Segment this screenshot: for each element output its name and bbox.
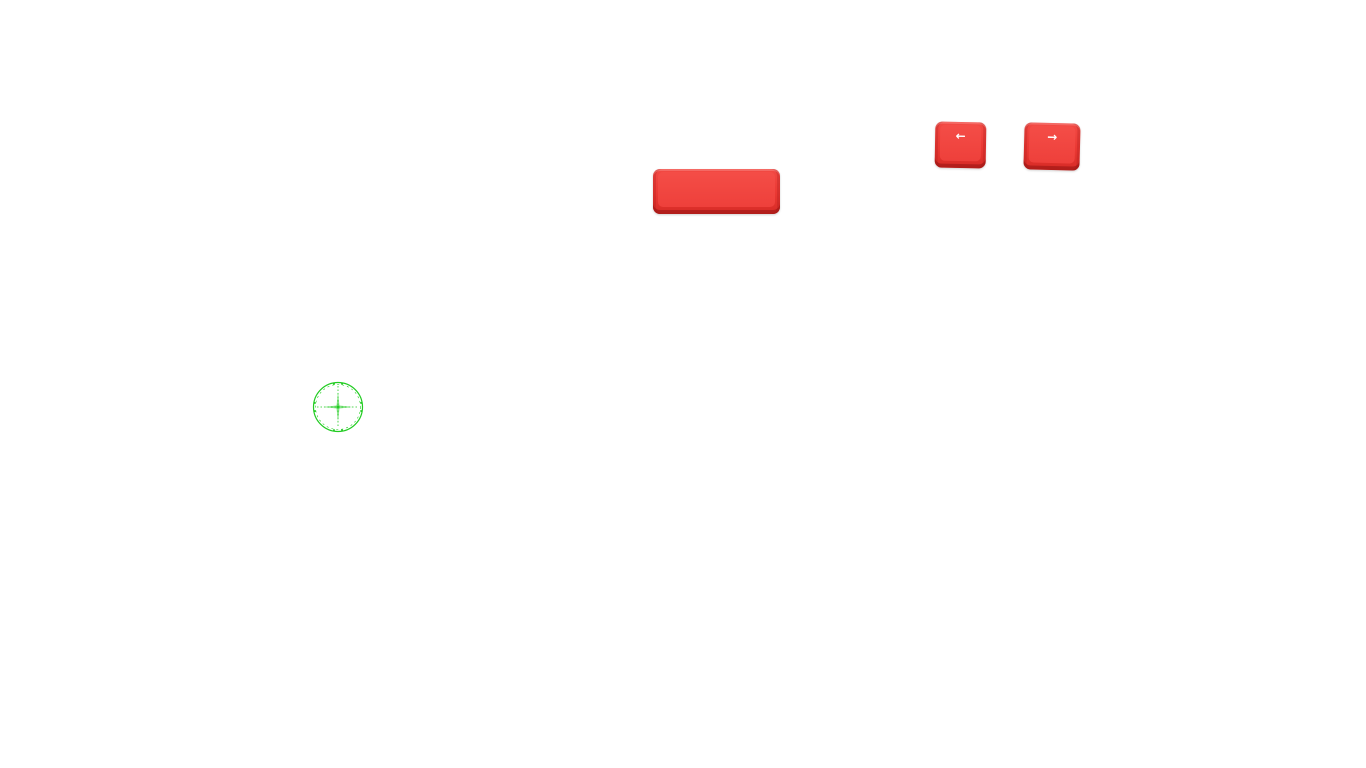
spacebar-key[interactable] bbox=[653, 169, 780, 214]
crosshair-reticle-icon bbox=[311, 380, 365, 434]
right-arrow-key[interactable]: → bbox=[1023, 122, 1081, 171]
left-arrow-key[interactable]: ← bbox=[934, 121, 987, 169]
left-arrow-icon: ← bbox=[955, 128, 966, 144]
game-canvas[interactable]: ← → bbox=[0, 0, 1366, 768]
right-arrow-icon: → bbox=[1047, 129, 1058, 145]
spacebar-key-face bbox=[658, 172, 775, 207]
